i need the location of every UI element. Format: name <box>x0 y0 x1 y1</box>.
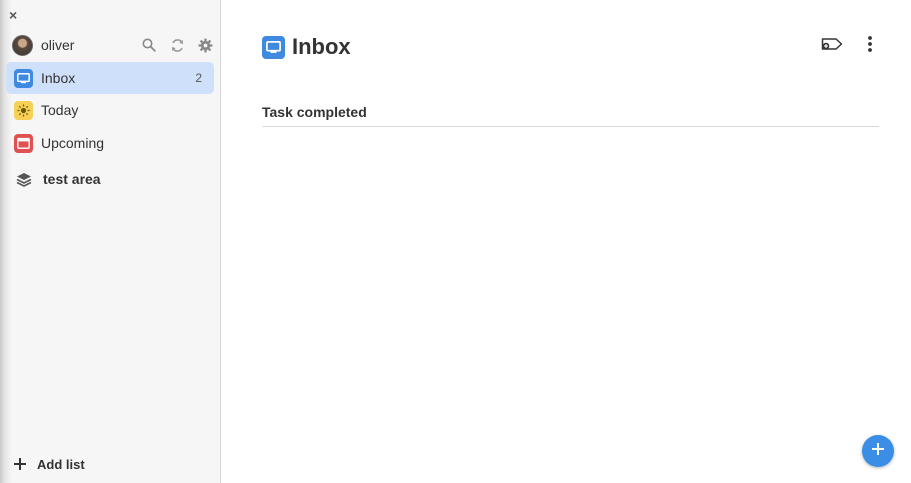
close-button[interactable]: × <box>9 7 22 23</box>
tag-button[interactable] <box>820 36 844 56</box>
user-tools <box>140 36 214 54</box>
page-title: Inbox <box>292 34 351 59</box>
sidebar-item-label: test area <box>43 171 101 187</box>
sidebar-item-test-area[interactable]: test area <box>6 163 214 195</box>
title-row: Inbox <box>262 34 351 60</box>
calendar-icon <box>14 133 33 153</box>
sidebar-item-upcoming[interactable]: Upcoming <box>6 127 214 159</box>
tag-icon <box>821 37 843 56</box>
sidebar-item-label: Today <box>41 102 79 118</box>
layers-icon <box>14 170 33 189</box>
sync-icon[interactable] <box>168 36 186 54</box>
more-menu-button[interactable] <box>862 35 878 57</box>
section-header-task-completed[interactable]: Task completed <box>262 104 879 127</box>
gear-icon[interactable] <box>196 36 214 54</box>
search-icon[interactable] <box>140 36 158 54</box>
more-vertical-icon <box>868 35 872 57</box>
user-row: oliver <box>12 34 216 56</box>
inbox-count-badge: 2 <box>195 71 202 85</box>
inbox-icon <box>14 68 33 88</box>
add-list-button[interactable]: Add list <box>14 454 85 474</box>
main-panel: Inbox Task completed <box>222 0 911 483</box>
add-task-button[interactable] <box>862 435 894 467</box>
sidebar-item-today[interactable]: Today <box>6 94 214 126</box>
plus-icon <box>14 455 28 473</box>
avatar[interactable] <box>12 34 33 56</box>
add-list-label: Add list <box>37 456 85 472</box>
sidebar-item-inbox[interactable]: Inbox 2 <box>6 62 214 94</box>
plus-icon <box>872 442 884 460</box>
sidebar: × oliver Inbox 2 Today Upcoming test are… <box>0 0 221 483</box>
sidebar-item-label: Inbox <box>41 70 76 86</box>
sidebar-item-label: Upcoming <box>41 135 105 151</box>
sun-icon <box>14 100 33 120</box>
inbox-icon <box>262 35 285 59</box>
user-name: oliver <box>41 37 75 53</box>
